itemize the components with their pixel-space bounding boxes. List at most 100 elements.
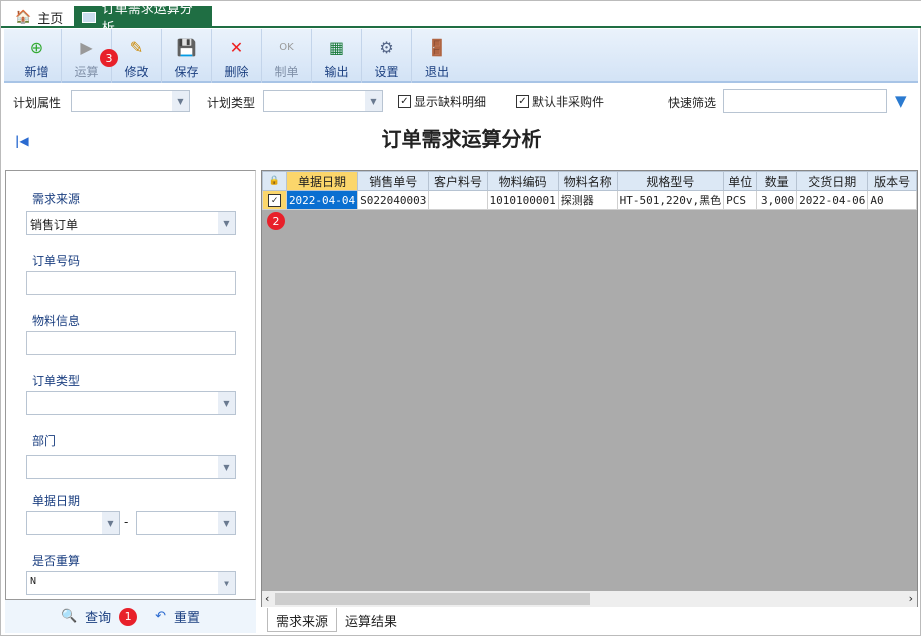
save-icon: 💾 <box>176 37 197 57</box>
col-header[interactable]: 物料名称 <box>557 171 618 191</box>
cell[interactable]: 2022-04-06 <box>796 190 869 210</box>
exit-button[interactable]: 🚪 退出 <box>412 29 462 83</box>
data-grid: 🔒 单据日期 销售单号 客户料号 物料编码 物料名称 规格型号 单位 数量 交货… <box>261 170 918 607</box>
cell[interactable]: A0 <box>867 190 917 210</box>
ok-doc-icon: OK <box>279 41 294 53</box>
plan-type-label: 计划类型 <box>207 96 256 110</box>
tab-calc-result[interactable]: 运算结果 <box>337 608 405 632</box>
doc-date-label: 单据日期 <box>32 494 81 508</box>
delete-button[interactable]: ✕ 删除 <box>212 29 262 83</box>
bottom-tabs: 需求来源 运算结果 <box>261 608 405 632</box>
step-badge-1: 1 <box>119 607 138 626</box>
export-button[interactable]: ▦ 输出 <box>312 29 362 83</box>
plan-attr-label: 计划属性 <box>13 96 62 110</box>
recalc-select[interactable]: N ▼ <box>26 571 236 595</box>
lock-icon[interactable]: 🔒 <box>262 171 287 191</box>
scroll-thumb[interactable] <box>275 593 590 605</box>
save-button[interactable]: 💾 保存 <box>162 29 212 83</box>
query-actions: 🔍 查询 1 ↶ 重置 <box>5 600 256 633</box>
material-info-label: 物料信息 <box>32 314 81 328</box>
plan-type-select[interactable]: ▼ <box>263 90 383 112</box>
dept-select[interactable]: ▼ <box>26 455 236 479</box>
chevron-down-icon: ▼ <box>365 91 382 111</box>
dept-label: 部门 <box>32 434 57 448</box>
chevron-down-icon: ▼ <box>102 512 119 534</box>
excel-export-icon: ▦ <box>328 37 345 57</box>
default-non-purchase-checkbox[interactable]: ✓ 默认非采购件 <box>516 93 604 110</box>
demand-source-select[interactable]: 销售订单 ▼ <box>26 211 236 235</box>
new-doc-icon: ⊕ <box>29 37 44 57</box>
tab-home[interactable]: 🏠 主页 <box>7 6 71 28</box>
chevron-down-icon: ▼ <box>218 392 235 414</box>
col-header[interactable]: 数量 <box>756 171 798 191</box>
checkbox-checked-icon: ✓ <box>267 194 281 207</box>
chevron-down-icon: ▼ <box>218 572 235 594</box>
checkbox-checked-icon: ✓ <box>398 95 411 108</box>
filter-icon[interactable]: ▼ <box>895 92 907 110</box>
order-no-input[interactable] <box>26 271 236 295</box>
cell[interactable]: HT-501,220v,黑色 <box>616 190 725 210</box>
order-type-select[interactable]: ▼ <box>26 391 236 415</box>
cell[interactable]: 探测器 <box>557 190 618 210</box>
cell[interactable]: PCS <box>723 190 758 210</box>
col-header[interactable]: 客户料号 <box>428 171 488 191</box>
new-button[interactable]: ⊕ 新增 <box>12 29 62 83</box>
toolbar: ⊕ 新增 ▶ 运算 3 ✎ 修改 💾 保存 ✕ 删除 OK 制单 ▦ 输出 ⚙ 设置 🚪 退出 <box>4 29 918 83</box>
query-panel: 需求来源 销售订单 ▼ 订单号码 物料信息 订单类型 ▼ 部门 ▼ 单据日期 ▼ … <box>5 170 256 600</box>
run-icon: ▶ <box>80 37 93 57</box>
make-doc-button[interactable]: OK 制单 <box>262 29 312 83</box>
date-separator: - <box>124 515 129 529</box>
date-to-picker[interactable]: ▼ <box>136 511 236 535</box>
recalc-label: 是否重算 <box>32 554 81 568</box>
date-from-picker[interactable]: ▼ <box>26 511 120 535</box>
col-header[interactable]: 单位 <box>723 171 758 191</box>
chevron-down-icon: ▼ <box>218 456 235 478</box>
tab-order-demand-analysis[interactable]: 订单需求运算分析 <box>74 2 212 36</box>
col-header[interactable]: 规格型号 <box>616 171 725 191</box>
quick-filter-label: 快速筛选 <box>668 96 717 110</box>
exit-door-icon: 🚪 <box>427 37 447 57</box>
scroll-left-icon[interactable]: ‹ <box>265 592 269 605</box>
col-header[interactable]: 单据日期 <box>285 171 359 191</box>
col-header[interactable]: 销售单号 <box>357 171 430 191</box>
edit-button[interactable]: ✎ 修改 <box>112 29 162 83</box>
table-row[interactable]: ✓ 2022-04-04 S022040003 1010100001 探测器 H… <box>262 190 917 210</box>
cell[interactable]: 1010100001 <box>486 190 559 210</box>
show-shortage-checkbox[interactable]: ✓ 显示缺料明细 <box>398 93 486 110</box>
checkbox-checked-icon: ✓ <box>516 95 529 108</box>
cell[interactable] <box>428 190 488 210</box>
tab-demand-source[interactable]: 需求来源 <box>267 608 338 632</box>
tab-bar: 🏠主页 订单需求运算分析 <box>1 1 921 36</box>
undo-icon: ↶ <box>155 609 167 624</box>
run-button[interactable]: ▶ 运算 3 <box>62 29 118 83</box>
col-header[interactable]: 版本号 <box>867 171 917 191</box>
reset-button[interactable]: 重置 <box>174 607 200 626</box>
horizontal-scrollbar[interactable]: ‹ › <box>262 591 917 607</box>
page-title: 订单需求运算分析 <box>381 127 542 151</box>
col-header[interactable]: 交货日期 <box>796 171 869 191</box>
chevron-down-icon: ▼ <box>218 512 235 534</box>
delete-icon: ✕ <box>229 37 244 57</box>
chevron-down-icon: ▼ <box>218 212 235 234</box>
demand-source-label: 需求来源 <box>32 192 81 206</box>
material-info-input[interactable] <box>26 331 236 355</box>
quick-filter-input[interactable] <box>723 89 887 113</box>
query-button[interactable]: 查询 <box>85 607 111 626</box>
col-header[interactable]: 物料编码 <box>486 171 559 191</box>
step-badge-2: 2 <box>267 212 285 230</box>
plan-attr-select[interactable]: ▼ <box>71 90 190 112</box>
scroll-right-icon[interactable]: › <box>909 592 913 605</box>
chevron-down-icon: ▼ <box>172 91 189 111</box>
edit-icon: ✎ <box>129 37 144 57</box>
order-no-label: 订单号码 <box>32 254 81 268</box>
filter-bar: 计划属性 ▼ 计划类型 ▼ ✓ 显示缺料明细 ✓ 默认非采购件 快速筛选 ▼ <box>1 87 921 115</box>
order-type-label: 订单类型 <box>32 374 81 388</box>
settings-button[interactable]: ⚙ 设置 <box>362 29 412 83</box>
cell[interactable]: 3,000 <box>756 190 798 210</box>
cell[interactable]: S022040003 <box>357 190 430 210</box>
settings-icon: ⚙ <box>379 37 394 57</box>
row-checkbox[interactable]: ✓ <box>262 190 287 210</box>
grid-header-row: 🔒 单据日期 销售单号 客户料号 物料编码 物料名称 规格型号 单位 数量 交货… <box>262 171 917 191</box>
cell[interactable]: 2022-04-04 <box>285 190 359 210</box>
collapse-panel-icon[interactable]: |◀ <box>15 134 29 148</box>
